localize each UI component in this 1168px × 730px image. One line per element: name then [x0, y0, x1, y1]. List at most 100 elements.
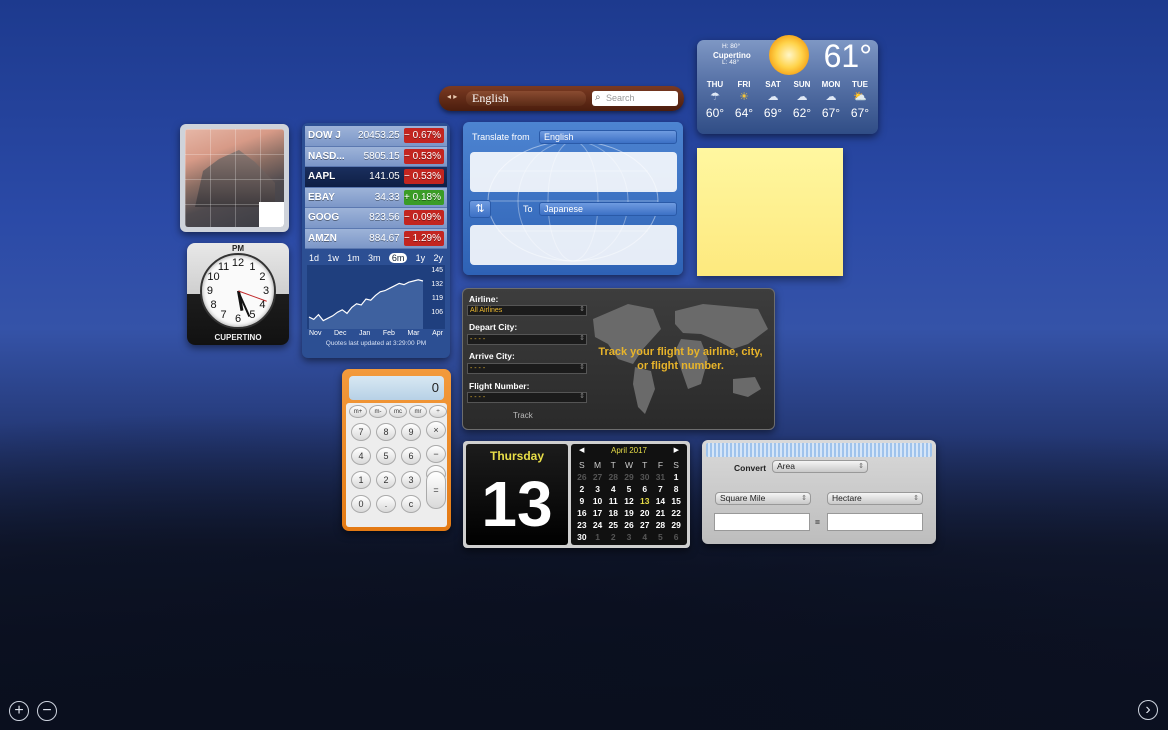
calendar-date[interactable]: 18 — [605, 507, 621, 519]
calendar-today[interactable]: 13 — [637, 495, 653, 507]
calendar-date[interactable]: 6 — [637, 483, 653, 495]
calc-key[interactable]: 6 — [401, 447, 421, 465]
from-unit-select[interactable]: Square Mile — [715, 492, 811, 505]
track-button[interactable]: Track — [513, 411, 533, 420]
next-space-button[interactable]: › — [1138, 700, 1158, 720]
nav-arrows-icon[interactable]: ◂ ▸ — [447, 92, 457, 101]
swap-languages-button[interactable]: ⇅ — [469, 200, 491, 218]
calendar-date[interactable]: 12 — [621, 495, 637, 507]
stock-range-tab[interactable]: 1y — [416, 253, 426, 263]
calendar-date[interactable]: 6 — [668, 531, 684, 543]
stock-change-badge[interactable]: − 1.29% — [403, 230, 444, 246]
calendar-date[interactable]: 1 — [668, 471, 684, 483]
calendar-date[interactable]: 8 — [668, 483, 684, 495]
prev-month-icon[interactable]: ◀ — [579, 446, 584, 454]
calendar-date[interactable]: 23 — [574, 519, 590, 531]
calendar-date[interactable]: 4 — [605, 483, 621, 495]
calc-key[interactable]: 5 — [376, 447, 396, 465]
calendar-date[interactable]: 28 — [653, 519, 669, 531]
calendar-date[interactable]: 1 — [590, 531, 606, 543]
calendar-date[interactable]: 28 — [605, 471, 621, 483]
calendar-date[interactable]: 29 — [668, 519, 684, 531]
calendar-date[interactable]: 29 — [621, 471, 637, 483]
calendar-date[interactable]: 3 — [621, 531, 637, 543]
calc-key-equals[interactable]: = — [426, 471, 446, 509]
stock-change-badge[interactable]: + 0.18% — [403, 189, 444, 205]
calc-key-mc[interactable]: mc — [389, 405, 407, 418]
dictionary-search-input[interactable]: Search — [592, 90, 678, 106]
calendar-date[interactable]: 26 — [621, 519, 637, 531]
calc-key[interactable]: × — [426, 421, 446, 439]
calc-key-mr[interactable]: mr — [409, 405, 427, 418]
stock-row[interactable]: EBAY 34.33 + 0.18% — [305, 187, 447, 208]
calendar-date[interactable]: 16 — [574, 507, 590, 519]
calendar-date[interactable]: 11 — [605, 495, 621, 507]
calendar-date[interactable]: 19 — [621, 507, 637, 519]
to-unit-select[interactable]: Hectare — [827, 492, 923, 505]
stock-range-tab[interactable]: 1m — [347, 253, 360, 263]
stock-range-tab[interactable]: 6m — [388, 253, 408, 263]
translation-widget[interactable]: Translate from English ⇅ To Japanese — [463, 122, 683, 275]
calendar-date[interactable]: 15 — [668, 495, 684, 507]
calendar-date[interactable]: 4 — [637, 531, 653, 543]
to-value-input[interactable] — [827, 513, 923, 531]
calendar-widget[interactable]: Thursday 13 ◀ April 2017 ▶ S M T W T F S 26 27 28… — [463, 441, 690, 548]
calc-key[interactable]: c — [401, 495, 421, 513]
calendar-date[interactable]: 20 — [637, 507, 653, 519]
calendar-date[interactable]: 17 — [590, 507, 606, 519]
calendar-date[interactable]: 21 — [653, 507, 669, 519]
calendar-date[interactable]: 30 — [637, 471, 653, 483]
calc-key[interactable]: 4 — [351, 447, 371, 465]
stock-range-tab[interactable]: 3m — [368, 253, 381, 263]
stock-change-badge[interactable]: − 0.09% — [403, 210, 444, 226]
calendar-date[interactable]: 14 — [653, 495, 669, 507]
calc-key-mminus[interactable]: m- — [369, 405, 387, 418]
remove-widget-button[interactable]: − — [37, 701, 57, 721]
calendar-date[interactable]: 24 — [590, 519, 606, 531]
translate-to-select[interactable]: Japanese — [539, 202, 677, 216]
stock-row[interactable]: GOOG 823.56− 0.09% — [305, 208, 447, 229]
airline-select[interactable]: All Airlines — [467, 305, 587, 316]
calendar-date[interactable]: 3 — [590, 483, 606, 495]
calc-key[interactable]: 3 — [401, 471, 421, 489]
calc-key-mplus[interactable]: m+ — [349, 405, 367, 418]
calendar-date[interactable]: 25 — [605, 519, 621, 531]
translate-from-select[interactable]: English — [539, 130, 677, 144]
calendar-day-panel[interactable]: Thursday 13 — [466, 444, 568, 545]
calendar-date[interactable]: 5 — [653, 531, 669, 543]
depart-city-select[interactable]: - - - - — [467, 334, 587, 345]
sticky-note-widget[interactable] — [697, 148, 843, 276]
arrive-city-select[interactable]: - - - - — [467, 363, 587, 374]
world-clock-widget[interactable]: PM 12 1 2 3 4 5 6 7 8 9 10 11 CUPERTINO — [187, 243, 289, 345]
stock-row[interactable]: NASD... 5805.15− 0.53% — [305, 146, 447, 167]
calendar-date[interactable]: 26 — [574, 471, 590, 483]
calendar-date[interactable]: 7 — [653, 483, 669, 495]
calc-key[interactable]: 8 — [376, 423, 396, 441]
calculator-widget[interactable]: 0 m+m-mcmr÷789×456−123+0.c= — [342, 369, 451, 531]
stock-change-badge[interactable]: − 0.53% — [403, 148, 444, 164]
calendar-date[interactable]: 27 — [590, 471, 606, 483]
stock-row[interactable]: AAPL 141.05− 0.53% — [305, 167, 447, 188]
calc-key[interactable]: 0 — [351, 495, 371, 513]
stock-row[interactable]: AMZN 884.67− 1.29% — [305, 228, 447, 249]
calc-key[interactable]: . — [376, 495, 396, 513]
calendar-date[interactable]: 22 — [668, 507, 684, 519]
calendar-date[interactable]: 2 — [574, 483, 590, 495]
stock-change-badge[interactable]: − 0.67% — [403, 128, 444, 144]
convert-category-select[interactable]: Area — [772, 460, 868, 473]
calendar-date[interactable]: 10 — [590, 495, 606, 507]
flight-number-input[interactable]: - - - - — [467, 392, 587, 403]
calendar-date[interactable]: 2 — [605, 531, 621, 543]
calc-key[interactable]: − — [426, 445, 446, 463]
stock-range-tab[interactable]: 1d — [309, 253, 319, 263]
from-value-input[interactable] — [714, 513, 810, 531]
calc-key[interactable]: 7 — [351, 423, 371, 441]
calendar-date[interactable]: 5 — [621, 483, 637, 495]
dictionary-bar-widget[interactable]: ◂ ▸ English Search — [439, 86, 684, 111]
stocks-widget[interactable]: DOW J 20453.25− 0.67% NASD... 5805.15− 0.53… — [302, 123, 450, 358]
calc-key[interactable]: 1 — [351, 471, 371, 489]
stock-range-tab[interactable]: 2y — [433, 253, 443, 263]
language-select[interactable]: English — [466, 91, 586, 106]
weather-widget[interactable]: H: 80° L: 48° Cupertino 61° THU ☂ 60° FRI ☀ 64… — [697, 35, 878, 134]
stock-row[interactable]: DOW J 20453.25− 0.67% — [305, 126, 447, 147]
